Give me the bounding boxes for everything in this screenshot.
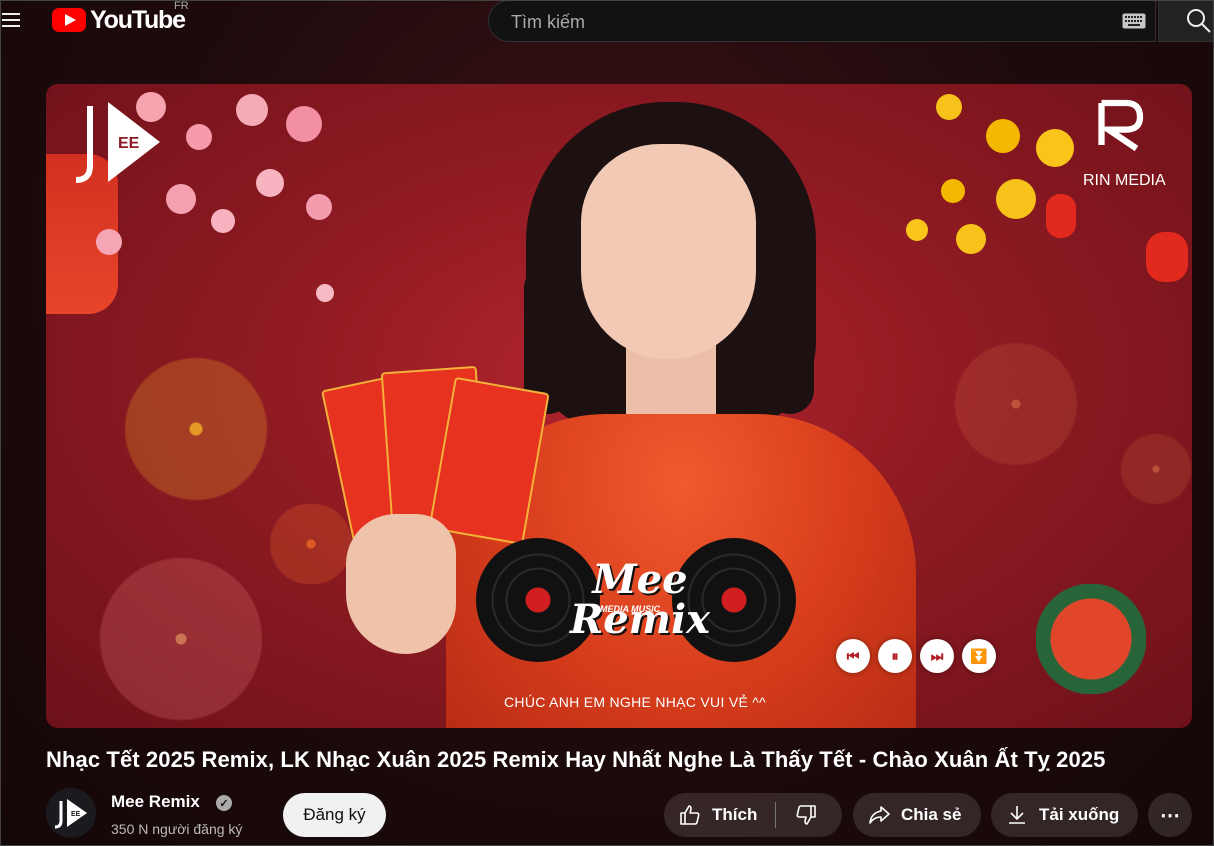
blossom-decoration <box>186 124 212 150</box>
mee-remix-overlay-logo: Mee Remix MEDIA MUSIC <box>476 538 806 668</box>
overlay-player-controls: ⏮ ⏸ ⏭ ⏬ <box>836 639 996 673</box>
blossom-decoration <box>166 184 196 214</box>
thumbs-up-icon <box>680 805 700 825</box>
apricot-blossom-decoration <box>906 219 928 241</box>
channel-avatar[interactable]: EE <box>46 788 96 838</box>
top-bar: YouTube FR <box>0 0 1214 44</box>
person-hand <box>346 514 456 654</box>
apricot-blossom-decoration <box>956 224 986 254</box>
apricot-blossom-decoration <box>936 94 962 120</box>
blossom-decoration <box>96 229 122 255</box>
subscribe-button[interactable]: Đăng ký <box>283 793 386 837</box>
video-overlay-caption: CHÚC ANH EM NGHE NHẠC VUI VẺ ^^ <box>504 694 767 710</box>
keyboard-icon[interactable] <box>1122 13 1146 29</box>
pause-icon: ⏸ <box>878 639 912 673</box>
like-dislike-group: Thích <box>664 793 842 837</box>
apricot-blossom-decoration <box>941 179 965 203</box>
share-button[interactable]: Chia sẻ <box>853 793 981 837</box>
blossom-decoration <box>306 194 332 220</box>
person-face <box>581 144 756 359</box>
firework-decoration <box>86 354 306 504</box>
firework-decoration <box>926 334 1106 474</box>
mee-remix-subtitle: MEDIA MUSIC <box>600 604 661 614</box>
next-icon: ⏭ <box>920 639 954 673</box>
mee-remix-text: Mee Remix <box>569 556 711 643</box>
blossom-decoration <box>256 169 284 197</box>
video-player[interactable]: EE RIN MEDIA Mee Remix MEDIA MUSIC CHÚC … <box>46 84 1192 728</box>
more-icon: ⋯ <box>1160 804 1180 827</box>
rin-media-label: RIN MEDIA <box>1083 172 1166 189</box>
blossom-decoration <box>236 94 268 126</box>
blossom-decoration <box>316 284 334 302</box>
apricot-blossom-decoration <box>986 119 1020 153</box>
lantern-decoration <box>1046 194 1076 238</box>
youtube-play-icon <box>52 8 86 32</box>
download-icon <box>1009 806 1025 824</box>
person-braid <box>766 264 814 414</box>
firework-decoration <box>66 554 296 724</box>
lantern-decoration <box>1146 232 1188 282</box>
search-button[interactable] <box>1158 0 1214 42</box>
mee-channel-logo: EE <box>75 102 160 183</box>
rin-media-logo <box>1098 99 1144 152</box>
dislike-button[interactable] <box>776 793 836 837</box>
search-box <box>488 0 1156 42</box>
hamburger-menu-icon[interactable] <box>2 10 20 28</box>
apricot-blossom-decoration <box>1036 129 1074 167</box>
tet-decoration <box>1036 584 1146 694</box>
previous-icon: ⏮ <box>836 639 870 673</box>
channel-name[interactable]: Mee Remix <box>111 792 200 812</box>
apricot-blossom-decoration <box>996 179 1036 219</box>
like-label: Thích <box>712 805 758 824</box>
download-arrow-icon: ⏬ <box>962 639 996 673</box>
search-input[interactable] <box>509 9 1103 35</box>
mee-avatar-logo-icon: EE <box>54 799 87 829</box>
download-button[interactable]: Tải xuống <box>991 793 1138 837</box>
video-title: Nhạc Tết 2025 Remix, LK Nhạc Xuân 2025 R… <box>46 747 1106 772</box>
svg-text:EE: EE <box>71 811 81 818</box>
blossom-decoration <box>286 106 322 142</box>
search-icon <box>1187 9 1211 33</box>
download-label: Tải xuống <box>1039 805 1120 824</box>
svg-text:EE: EE <box>118 135 140 152</box>
youtube-logo-text: YouTube <box>90 5 186 34</box>
blossom-decoration <box>211 209 235 233</box>
like-button[interactable]: Thích <box>664 793 775 837</box>
share-arrow-icon <box>869 806 890 824</box>
share-label: Chia sẻ <box>901 805 962 824</box>
youtube-logo[interactable]: YouTube <box>52 5 186 35</box>
country-code: FR <box>174 0 189 12</box>
thumbs-down-icon <box>796 805 817 825</box>
verified-check-icon: ✓ <box>216 795 232 811</box>
firework-decoration <box>1116 429 1192 509</box>
more-actions-button[interactable]: ⋯ <box>1148 793 1192 837</box>
subscriber-count: 350 N người đăng ký <box>111 821 243 837</box>
